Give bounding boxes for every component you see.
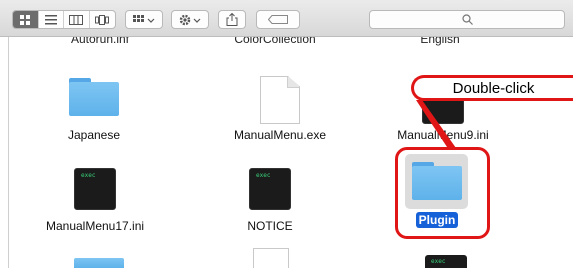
callout-arrow <box>416 100 456 150</box>
double-click-callout: Double-click <box>411 75 573 101</box>
